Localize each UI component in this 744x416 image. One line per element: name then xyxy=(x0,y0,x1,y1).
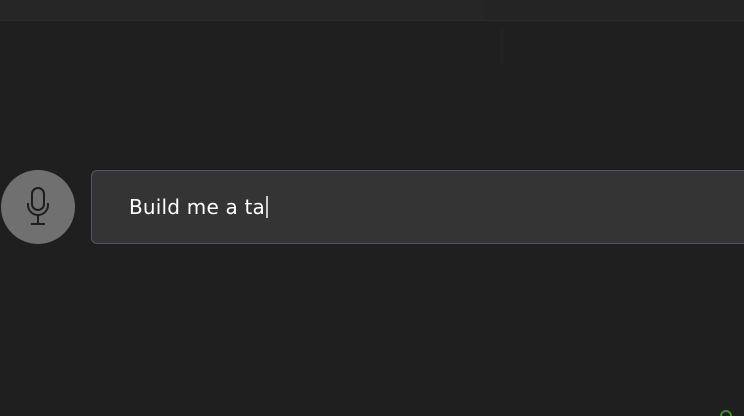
prompt-input[interactable]: Build me a ta xyxy=(91,170,744,244)
prompt-input-text: Build me a ta xyxy=(129,195,268,219)
text-caret xyxy=(266,196,268,218)
microphone-button[interactable] xyxy=(1,170,75,244)
corner-accent-icon xyxy=(720,410,732,416)
background-mark xyxy=(500,28,504,64)
top-bar-right-region xyxy=(484,0,744,20)
top-bar xyxy=(0,0,744,21)
microphone-icon xyxy=(24,185,52,229)
voice-prompt-screen: Build me a ta xyxy=(0,0,744,416)
prompt-input-value: Build me a ta xyxy=(129,195,266,219)
